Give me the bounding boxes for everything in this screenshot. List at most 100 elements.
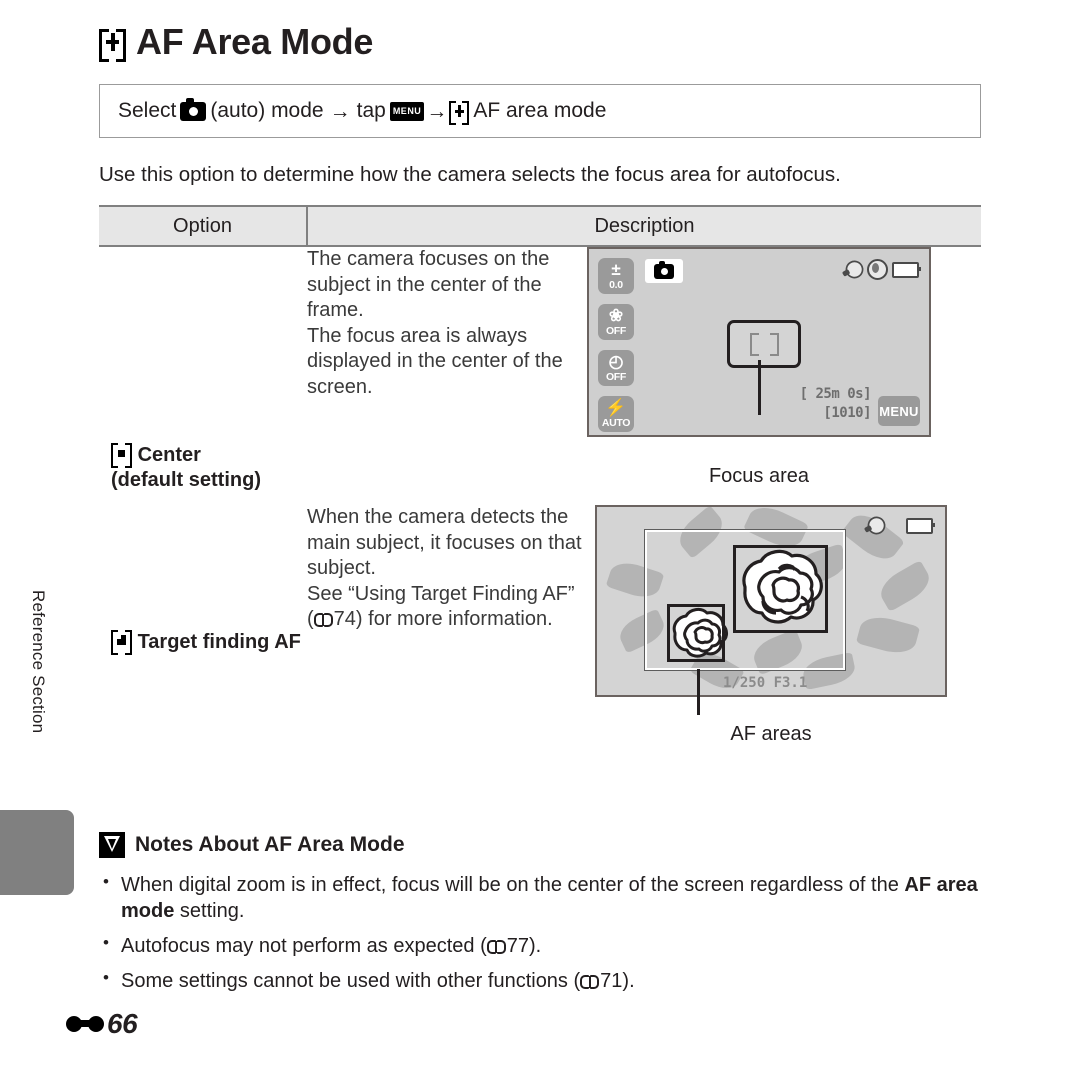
note-text-before: Autofocus may not perform as expected ( [121, 935, 487, 957]
shots-remaining: [1010] [823, 405, 871, 422]
side-tab-label: Reference Section [29, 590, 48, 734]
option-cell-center: Center (default setting) [99, 246, 307, 505]
option-label-center: Center [137, 444, 201, 466]
desc-line: screen. [307, 375, 373, 398]
option-label-target-finding: Target finding AF [137, 631, 301, 653]
camera-auto-mode-icon [180, 97, 207, 121]
note-text-after: ). [528, 935, 542, 957]
menu-path-auto-label: (auto) mode [210, 99, 324, 122]
af-area-box-primary [733, 545, 828, 633]
desc-line: See “Using Target Finding AF” [307, 582, 575, 605]
desc-line: subject. [307, 557, 376, 580]
macro-flower-icon: ❀ [608, 306, 624, 325]
vibration-reduction-icon [867, 259, 888, 280]
option-sub-center: (default setting) [111, 469, 261, 491]
capacity-counters: [ 25m 0s] [1010] [799, 385, 872, 423]
side-tab-marker [0, 810, 74, 895]
desc-line: When the camera detects the [307, 506, 569, 528]
notes-heading: Notes About AF Area Mode [99, 832, 981, 858]
menu-button-icon: MENU [389, 101, 425, 121]
self-timer-button[interactable]: ◴ OFF [598, 350, 634, 386]
page-reference-book-icon [313, 613, 333, 628]
menu-path-tap-label: tap [356, 99, 386, 122]
exposure-compensation-value: 0.0 [609, 279, 623, 291]
option-cell-target-finding: Target finding AF [99, 505, 307, 773]
flash-mode-value: AUTO [601, 417, 631, 429]
af-area-box-secondary [667, 604, 725, 662]
battery-icon [906, 518, 935, 534]
focus-area-indicator [727, 320, 801, 368]
flash-bolt-icon: ⚡ [605, 398, 627, 417]
caption-leader-line [758, 360, 761, 415]
description-text-center: The camera focuses on the subject in the… [307, 247, 579, 488]
center-af-icon [111, 443, 132, 468]
menu-path-bar: Select (auto) mode → tap MENU → AF area … [99, 84, 981, 138]
page-title: AF Area Mode [99, 21, 374, 62]
camera-lcd-mockup-target: 1/250 F3.1 [595, 505, 947, 697]
flash-mode-button[interactable]: ⚡ AUTO [598, 396, 634, 432]
figure-caption-af-areas: AF areas [730, 723, 812, 745]
exposure-info: 1/250 F3.1 [723, 675, 808, 691]
caption-leader-line [697, 669, 700, 715]
movie-time-remaining: [ 25m 0s] [799, 386, 872, 403]
page-reference-book-icon [486, 940, 506, 954]
column-header-option: Option [99, 205, 308, 247]
reference-section-symbol-icon [66, 1014, 104, 1034]
shooting-mode-badge[interactable] [645, 259, 683, 283]
figure-target-finding: 1/250 F3.1 AF areas [595, 505, 947, 746]
column-header-description: Description [307, 205, 981, 247]
image-mode-icon [842, 257, 867, 282]
table-row: Center (default setting) The camera focu… [99, 246, 981, 505]
table-header-row: Option Description [99, 205, 981, 247]
exposure-compensation-button[interactable]: ± 0.0 [598, 258, 634, 294]
intro-text: Use this option to determine how the cam… [99, 163, 841, 186]
desc-line: displayed in the center of the [307, 350, 563, 373]
battery-icon [892, 261, 921, 278]
notes-list: When digital zoom is in effect, focus wi… [99, 871, 981, 994]
af-area-bracket-plus-icon [99, 28, 126, 62]
focus-bracket-left-icon [749, 332, 759, 356]
figure-caption-focus-area: Focus area [708, 465, 810, 487]
caution-icon [99, 832, 125, 858]
list-item: Some settings cannot be used with other … [99, 967, 981, 994]
af-area-bracket-plus-icon-inline [449, 101, 470, 125]
leaf-decoration [855, 612, 921, 658]
note-text-after: setting. [174, 900, 245, 922]
description-text-target-finding: When the camera detects the main subject… [307, 505, 587, 746]
camera-auto-mode-icon [654, 260, 674, 279]
self-timer-clock-icon: ◴ [608, 352, 624, 371]
menu-path-prefix: Select [118, 99, 177, 122]
page-title-text: AF Area Mode [136, 21, 374, 62]
notes-section: Notes About AF Area Mode When digital zo… [99, 832, 981, 1003]
page-reference-book-icon [580, 975, 600, 989]
ref-page: 74 [333, 608, 356, 631]
description-cell-center: The camera focuses on the subject in the… [307, 246, 981, 505]
macro-mode-value: OFF [605, 325, 627, 337]
exposure-compensation-glyph: ± [611, 260, 621, 279]
leaf-decoration [874, 560, 936, 612]
menu-path-suffix: AF area mode [473, 99, 607, 122]
macro-mode-button[interactable]: ❀ OFF [598, 304, 634, 340]
table-row: Target finding AF When the camera detect… [99, 505, 981, 773]
note-text-before: Some settings cannot be used with other … [121, 970, 581, 992]
lcd-menu-button[interactable]: MENU [878, 396, 920, 426]
manual-page: Reference Section AF Area Mode Select (a… [0, 0, 1080, 1080]
arrow-icon-1: → [329, 99, 351, 123]
page-footer: 66 [66, 1008, 138, 1040]
page-number: 66 [107, 1008, 138, 1039]
ref-prefix: ( [307, 608, 314, 631]
note-text-after: ). [622, 970, 635, 992]
arrow-icon-2: → [426, 99, 448, 123]
desc-line: The camera focuses on the [307, 248, 550, 270]
status-icon-group [842, 257, 921, 282]
list-item: Autofocus may not perform as expected (7… [99, 932, 981, 959]
self-timer-value: OFF [605, 371, 627, 383]
focus-bracket-right-icon [769, 332, 779, 356]
ref-suffix: ) for more information. [355, 608, 553, 631]
note-ref-page: 71 [600, 970, 623, 992]
note-text-before: When digital zoom is in effect, focus wi… [121, 874, 905, 896]
target-finding-af-icon [111, 630, 132, 655]
desc-line: subject in the center of the [307, 273, 542, 296]
desc-line: main subject, it focuses on that [307, 531, 582, 554]
desc-line-reference: (74) for more information. [307, 607, 587, 633]
